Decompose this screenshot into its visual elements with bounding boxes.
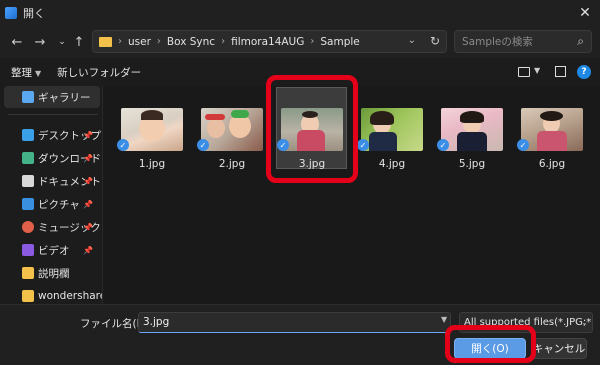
sidebar-item-downloads[interactable]: ダウンロード 📌 [4, 147, 101, 169]
back-icon[interactable]: ← [8, 33, 26, 51]
download-icon [22, 152, 34, 164]
navigation-bar: ← → ⌄ ↑ › user › Box Sync › filmora14AUG… [0, 26, 600, 58]
pin-icon: 📌 [83, 176, 93, 186]
preview-pane-icon[interactable] [555, 66, 566, 77]
address-bar[interactable]: › user › Box Sync › filmora14AUG › Sampl… [92, 30, 447, 53]
sidebar-item-documents[interactable]: ドキュメント 📌 [4, 170, 101, 192]
refresh-icon[interactable]: ↻ [430, 34, 440, 48]
breadcrumb-item[interactable]: filmora14AUG [231, 36, 304, 48]
organize-button[interactable]: 整理 ▼ [11, 65, 41, 80]
checkmark-icon[interactable]: ✓ [117, 139, 129, 151]
thumbnail-image [201, 108, 263, 151]
search-icon[interactable]: ⌕ [577, 34, 584, 49]
filetype-select[interactable]: All supported files(*.JPG;*. ⌄ [459, 312, 593, 333]
sidebar-item-music[interactable]: ミュージック 📌 [4, 216, 101, 238]
desktop-icon [22, 129, 34, 141]
divider [8, 114, 98, 115]
dialog-footer: ファイル名(N): 3.jpg ▼ All supported files(*.… [0, 304, 600, 365]
title-bar: 開く ✕ [0, 0, 600, 26]
documents-icon [22, 175, 34, 187]
window-title: 開く [23, 7, 45, 20]
folder-icon [22, 290, 34, 302]
sidebar-item-gallery[interactable]: ギャラリー [4, 86, 100, 108]
up-icon[interactable]: ↑ [70, 33, 88, 51]
breadcrumb-item[interactable]: Sample [320, 36, 359, 48]
pin-icon: 📌 [83, 130, 93, 140]
filename-input[interactable]: 3.jpg [138, 312, 451, 333]
chevron-down-icon[interactable]: ⌄ [408, 35, 416, 46]
sidebar-item-desktop[interactable]: デスクトップ 📌 [4, 124, 101, 146]
checkmark-icon[interactable]: ✓ [277, 139, 289, 151]
checkmark-icon[interactable]: ✓ [357, 139, 369, 151]
caret-down-icon: ▼ [35, 68, 42, 78]
folder-icon [99, 36, 112, 47]
file-item[interactable]: ✓ 6.jpg [517, 108, 583, 170]
close-icon[interactable]: ✕ [576, 4, 594, 22]
file-item[interactable]: ✓ 2.jpg [197, 108, 263, 170]
chevron-down-icon[interactable]: ⌄ [53, 33, 71, 51]
thumbnail-image [441, 108, 503, 151]
gallery-icon [22, 91, 34, 103]
app-icon [5, 7, 17, 19]
file-item[interactable]: ✓ 4.jpg [357, 108, 423, 170]
pin-icon: 📌 [83, 222, 93, 232]
thumbnail-image [361, 108, 423, 151]
breadcrumb-item[interactable]: Box Sync [167, 36, 215, 48]
pictures-icon [22, 198, 34, 210]
help-icon[interactable]: ? [577, 65, 591, 79]
file-item[interactable]: ✓ 5.jpg [437, 108, 503, 170]
checkmark-icon[interactable]: ✓ [437, 139, 449, 151]
thumbnail-image [121, 108, 183, 151]
forward-icon[interactable]: → [31, 33, 49, 51]
music-icon [22, 221, 34, 233]
view-icon[interactable] [518, 67, 530, 77]
navigation-pane: ギャラリー デスクトップ 📌 ダウンロード 📌 ドキュメント 📌 ピクチャ 📌 … [0, 86, 106, 304]
file-list: ✓ 1.jpg ✓ 2.jpg ✓ 3.jpg ✓ 4.jpg ✓ 5.jpg … [103, 86, 600, 304]
sidebar-item-videos[interactable]: ビデオ 📌 [4, 239, 100, 261]
checkmark-icon[interactable]: ✓ [517, 139, 529, 151]
pin-icon: 📌 [83, 153, 93, 163]
chevron-down-icon[interactable]: ▼ [441, 315, 447, 324]
search-input[interactable]: Sampleの検索 ⌕ [454, 30, 592, 53]
search-placeholder: Sampleの検索 [462, 36, 533, 48]
videos-icon [22, 244, 34, 256]
chevron-down-icon: ⌄ [581, 318, 588, 327]
open-button[interactable]: 開く(O) [454, 338, 526, 359]
thumbnail-image [281, 108, 343, 151]
sidebar-item-pictures[interactable]: ピクチャ 📌 [4, 193, 100, 215]
thumbnail-image [521, 108, 583, 151]
checkmark-icon[interactable]: ✓ [197, 139, 209, 151]
breadcrumb-item[interactable]: user [128, 36, 151, 48]
new-folder-button[interactable]: 新しいフォルダー [57, 65, 141, 80]
pin-icon: 📌 [83, 199, 93, 209]
file-item[interactable]: ✓ 3.jpg [277, 108, 343, 170]
sidebar-item-description-folder[interactable]: 説明欄 [4, 262, 100, 284]
command-bar: 整理 ▼ 新しいフォルダー ▼ ? [0, 58, 600, 86]
folder-icon [22, 267, 34, 279]
pin-icon: 📌 [83, 245, 93, 255]
caret-down-icon[interactable]: ▼ [534, 66, 540, 75]
file-item[interactable]: ✓ 1.jpg [117, 108, 183, 170]
cancel-button[interactable]: キャンセル [531, 338, 587, 359]
